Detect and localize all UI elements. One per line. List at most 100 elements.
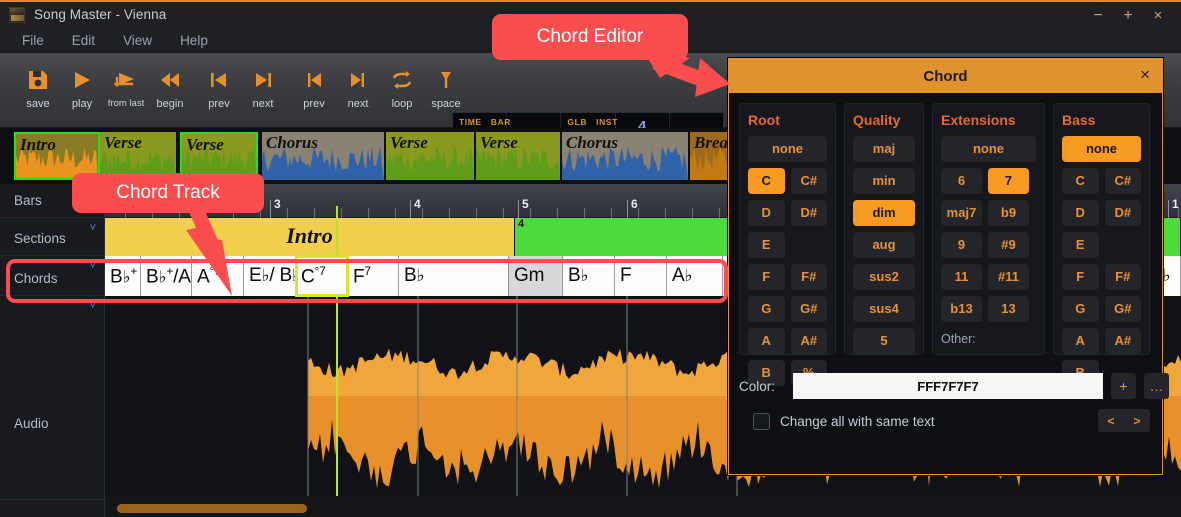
scrollbar-thumb[interactable] bbox=[117, 504, 307, 513]
track-header-audio-label: Audio bbox=[14, 416, 49, 431]
root-none-button[interactable]: none bbox=[748, 136, 827, 162]
color-input[interactable]: FFF7F7F7 bbox=[793, 373, 1103, 399]
bass-button[interactable]: D# bbox=[1105, 200, 1142, 226]
bass-none-button[interactable]: none bbox=[1062, 136, 1141, 162]
quality-button[interactable]: 5 bbox=[853, 328, 915, 354]
extension-button[interactable]: 13 bbox=[988, 296, 1029, 322]
section-block[interactable]: Intro bbox=[105, 218, 515, 256]
overview-segment-label: Verse bbox=[480, 133, 518, 153]
root-button[interactable]: G# bbox=[791, 296, 828, 322]
menu-item-help[interactable]: Help bbox=[166, 30, 222, 51]
playhead[interactable] bbox=[336, 206, 338, 496]
space-button[interactable]: space bbox=[424, 61, 468, 110]
ruler-minor-tick bbox=[449, 208, 450, 218]
bass-button[interactable]: D bbox=[1062, 200, 1099, 226]
track-header-audio[interactable]: ˅ Audio bbox=[0, 296, 104, 500]
root-button[interactable]: F bbox=[748, 264, 785, 290]
bass-button[interactable]: A# bbox=[1105, 328, 1142, 354]
ruler-bar-number: 3 bbox=[274, 197, 281, 211]
dialog-close-icon[interactable]: × bbox=[1140, 65, 1150, 85]
bass-row: GG# bbox=[1062, 296, 1141, 322]
extension-button[interactable]: maj7 bbox=[941, 200, 982, 226]
root-button[interactable]: F# bbox=[791, 264, 828, 290]
loop-icon bbox=[390, 67, 414, 93]
next-bar-button[interactable]: next bbox=[336, 61, 380, 110]
chord-nav-buttons: < > bbox=[1098, 409, 1150, 432]
from-last-button[interactable]: from last bbox=[104, 61, 148, 110]
bass-button[interactable]: G# bbox=[1105, 296, 1142, 322]
root-button[interactable]: C# bbox=[791, 168, 828, 194]
root-button[interactable]: D# bbox=[791, 200, 828, 226]
bass-button[interactable]: G bbox=[1062, 296, 1099, 322]
bass-button[interactable]: A bbox=[1062, 328, 1099, 354]
change-all-row[interactable]: Change all with same text bbox=[753, 413, 935, 430]
ruler-minor-tick bbox=[341, 208, 342, 218]
extension-button[interactable]: 11 bbox=[941, 264, 982, 290]
quality-button[interactable]: min bbox=[853, 168, 915, 194]
minimize-button[interactable]: − bbox=[1083, 2, 1113, 29]
quality-button[interactable]: sus2 bbox=[853, 264, 915, 290]
ruler-bar-number: 4 bbox=[414, 197, 421, 211]
extension-button[interactable]: #11 bbox=[988, 264, 1029, 290]
overview-segment-label: Verse bbox=[390, 133, 428, 153]
overview-segment[interactable]: Verse bbox=[386, 132, 474, 180]
bass-button[interactable]: F bbox=[1062, 264, 1099, 290]
bass-button[interactable]: E bbox=[1062, 232, 1099, 258]
chevron-down-icon[interactable]: ˅ bbox=[90, 222, 96, 234]
prev-marker-icon bbox=[208, 67, 230, 93]
root-button[interactable]: G bbox=[748, 296, 785, 322]
change-all-checkbox[interactable] bbox=[753, 413, 770, 430]
dialog-title: Chord bbox=[923, 68, 967, 85]
extension-button[interactable]: #9 bbox=[988, 232, 1029, 258]
loop-button[interactable]: loop bbox=[380, 61, 424, 110]
prev-chord-button[interactable]: < bbox=[1098, 409, 1124, 432]
track-header-sections[interactable]: ˅ Sections bbox=[0, 218, 104, 256]
color-more-button[interactable]: … bbox=[1144, 373, 1169, 399]
ruler-bar-number: 6 bbox=[631, 197, 638, 211]
extension-button[interactable]: b9 bbox=[988, 200, 1029, 226]
menu-item-view[interactable]: View bbox=[109, 30, 166, 51]
toolbar-group-marker: prev next bbox=[197, 61, 285, 110]
next-chord-button[interactable]: > bbox=[1124, 409, 1150, 432]
dialog-title-bar[interactable]: Chord × bbox=[729, 59, 1162, 93]
bass-button[interactable]: C bbox=[1062, 168, 1099, 194]
chord-editor-callout: Chord Editor bbox=[492, 14, 688, 60]
section-number: 4 bbox=[518, 218, 524, 230]
next-marker-button[interactable]: next bbox=[241, 61, 285, 110]
extension-row: 11#11 bbox=[941, 264, 1036, 290]
color-add-button[interactable]: + bbox=[1111, 373, 1136, 399]
chord-track-callout: Chord Track bbox=[72, 173, 264, 213]
extension-button[interactable]: 7 bbox=[988, 168, 1029, 194]
root-button[interactable]: A bbox=[748, 328, 785, 354]
overview-segment[interactable]: Chorus bbox=[562, 132, 688, 180]
overview-segment[interactable]: Chorus bbox=[262, 132, 384, 180]
bass-button[interactable]: F# bbox=[1105, 264, 1142, 290]
overview-segment-label: Verse bbox=[104, 133, 142, 153]
menu-item-file[interactable]: File bbox=[8, 30, 58, 51]
quality-button[interactable]: sus4 bbox=[853, 296, 915, 322]
horizontal-scrollbar[interactable] bbox=[105, 500, 1181, 517]
root-button[interactable]: C bbox=[748, 168, 785, 194]
extension-button[interactable]: 9 bbox=[941, 232, 982, 258]
root-button[interactable]: A# bbox=[791, 328, 828, 354]
play-button[interactable]: play bbox=[60, 61, 104, 110]
begin-button[interactable]: begin bbox=[148, 61, 192, 110]
overview-segment[interactable]: Verse bbox=[476, 132, 560, 180]
close-button[interactable]: × bbox=[1143, 2, 1173, 29]
prev-marker-button[interactable]: prev bbox=[197, 61, 241, 110]
prev-bar-button[interactable]: prev bbox=[292, 61, 336, 110]
quality-button[interactable]: dim bbox=[853, 200, 915, 226]
extensions-none-button[interactable]: none bbox=[941, 136, 1036, 162]
quality-button[interactable]: maj bbox=[853, 136, 915, 162]
ruler-minor-tick bbox=[395, 208, 396, 218]
menu-item-edit[interactable]: Edit bbox=[58, 30, 109, 51]
bass-row: E bbox=[1062, 232, 1141, 258]
root-button[interactable]: D bbox=[748, 200, 785, 226]
save-button[interactable]: save bbox=[16, 61, 60, 110]
extension-button[interactable]: b13 bbox=[941, 296, 982, 322]
maximize-button[interactable]: + bbox=[1113, 2, 1143, 29]
root-button[interactable]: E bbox=[748, 232, 785, 258]
extension-button[interactable]: 6 bbox=[941, 168, 982, 194]
quality-button[interactable]: aug bbox=[853, 232, 915, 258]
bass-button[interactable]: C# bbox=[1105, 168, 1142, 194]
